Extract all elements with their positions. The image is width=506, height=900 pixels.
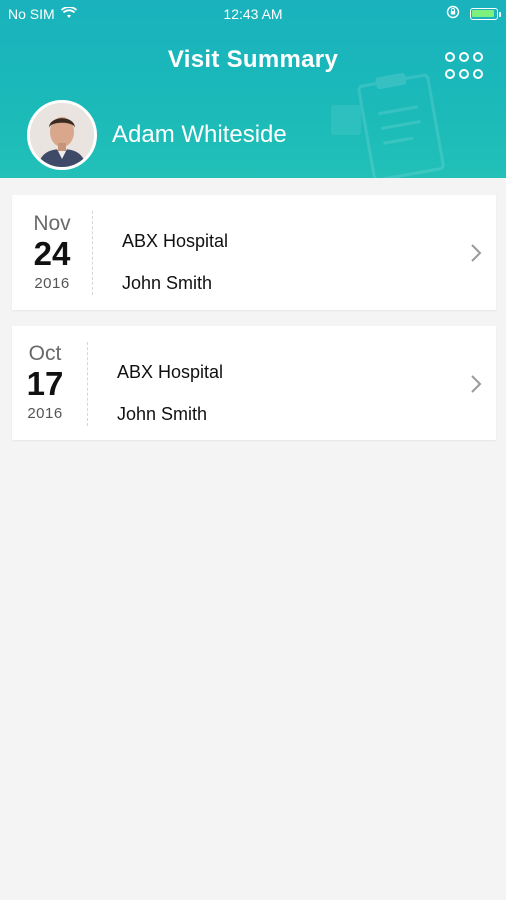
visit-list: Nov 24 2016 ABX Hospital John Smith Oct … (12, 195, 496, 456)
orientation-lock-icon (446, 5, 460, 22)
page-title: Visit Summary (167, 46, 339, 73)
status-right (446, 5, 501, 22)
battery-icon (470, 7, 501, 20)
dashed-divider (87, 342, 88, 426)
status-bar: No SIM 12:43 AM (0, 0, 506, 28)
visit-day: 17 (26, 365, 64, 402)
visit-month: Nov (33, 212, 71, 235)
doctor-name: John Smith (122, 273, 213, 293)
hospital-name: ABX Hospital (122, 231, 229, 251)
user-photo (30, 103, 94, 167)
grid-dots-icon (445, 52, 483, 79)
avatar[interactable] (27, 100, 97, 170)
clipboard-illustration (331, 73, 445, 178)
visit-month: Oct (28, 342, 62, 365)
user-name: Adam Whiteside (112, 121, 287, 148)
visit-year: 2016 (27, 405, 63, 422)
status-time: 12:43 AM (223, 6, 283, 22)
visit-day: 24 (33, 235, 71, 272)
battery-level (472, 9, 494, 17)
visit-year: 2016 (34, 275, 70, 292)
dashed-divider (92, 211, 93, 295)
header: No SIM 12:43 AM Visit Summary Adam White… (0, 0, 506, 178)
menu-button[interactable] (444, 50, 484, 82)
doctor-name: John Smith (117, 404, 208, 424)
chevron-right-icon (471, 375, 482, 393)
visit-card[interactable]: Oct 17 2016 ABX Hospital John Smith (12, 326, 496, 440)
chevron-right-icon (471, 244, 482, 262)
hospital-name: ABX Hospital (117, 362, 224, 382)
visit-date: Oct 17 2016 (12, 326, 78, 440)
visit-card[interactable]: Nov 24 2016 ABX Hospital John Smith (12, 195, 496, 310)
visit-date: Nov 24 2016 (12, 195, 92, 310)
